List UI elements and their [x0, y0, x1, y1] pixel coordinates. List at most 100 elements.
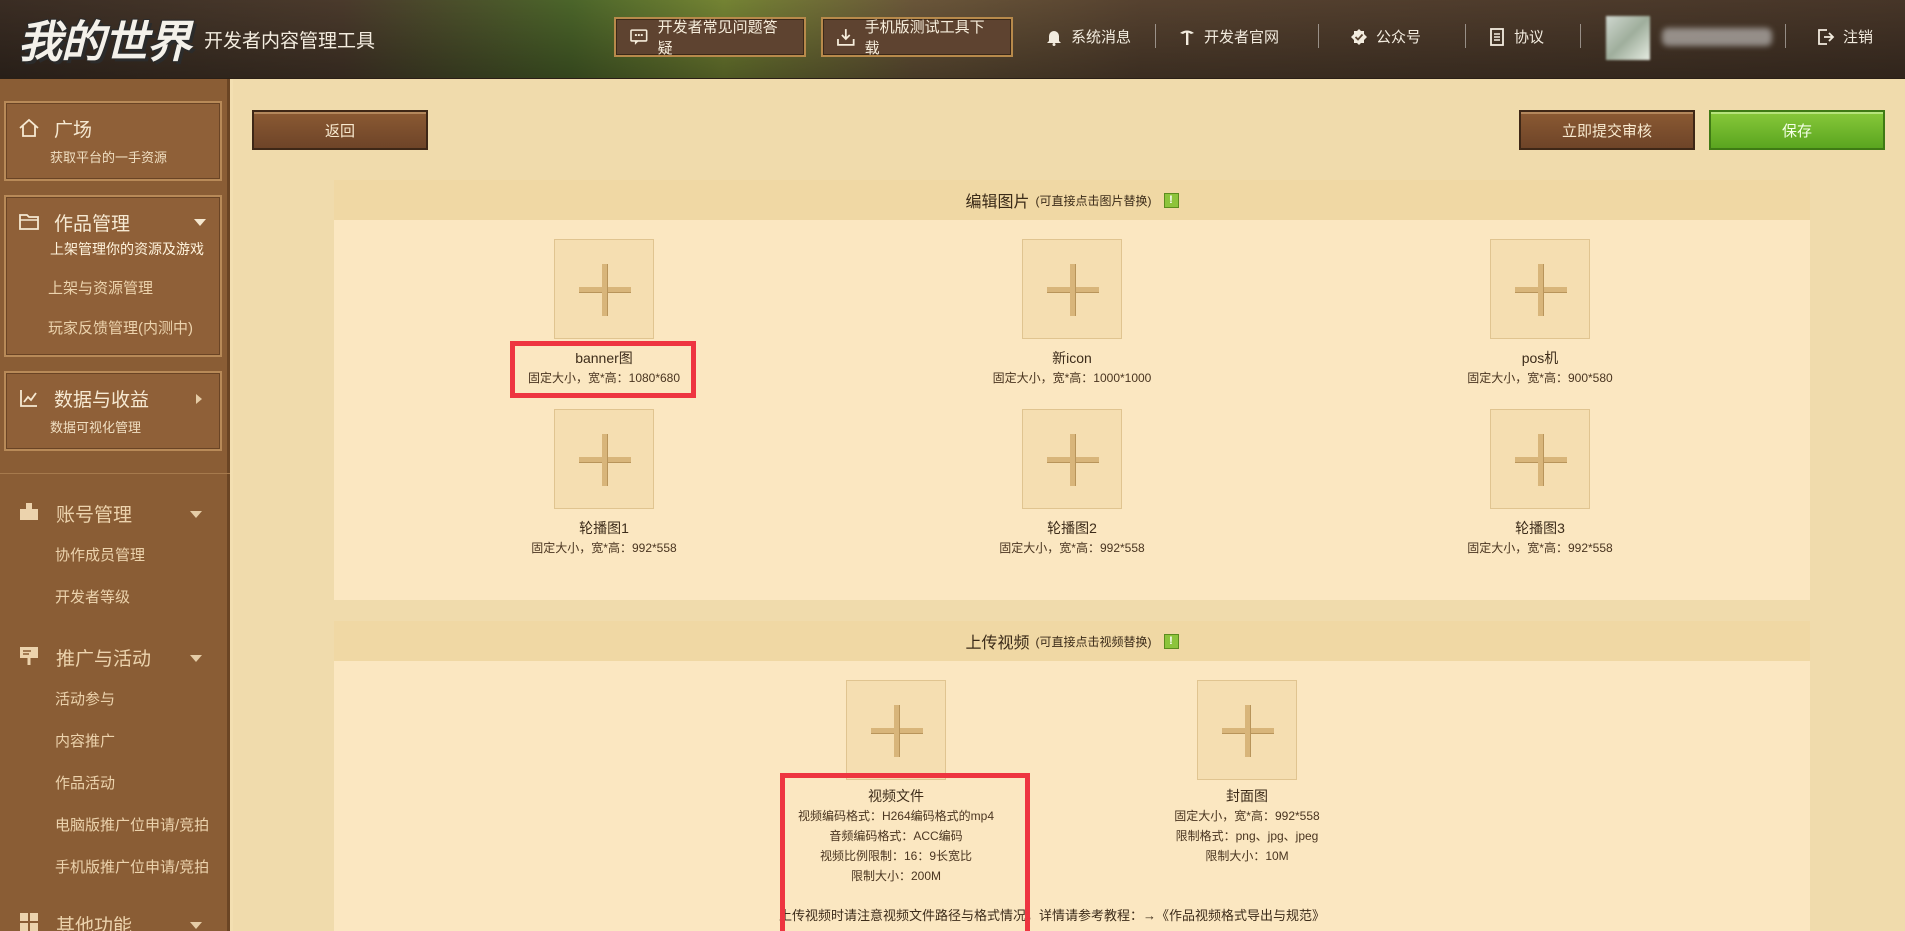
- document-icon: [1490, 27, 1504, 46]
- logout-label: 注销: [1843, 29, 1874, 46]
- upload-icon-slot[interactable]: [1022, 239, 1122, 339]
- folder-icon: [19, 214, 39, 230]
- slot-spec: 固定大小，宽*高：992*558: [531, 541, 677, 555]
- download-icon: [837, 29, 855, 46]
- edit-images-title: 编辑图片: [965, 194, 1030, 211]
- back-button[interactable]: 返回: [252, 110, 428, 150]
- upload-carousel-3-slot[interactable]: [1490, 409, 1590, 509]
- username-blurred: [1662, 28, 1772, 46]
- upload-video-slot[interactable]: [846, 680, 946, 780]
- sidebar-item-mobile-promo-bid[interactable]: 手机版推广位申请/竞拍: [55, 856, 209, 877]
- chevron-down-icon[interactable]: [190, 655, 202, 662]
- home-icon: [19, 118, 39, 137]
- nav-agreement-label: 协议: [1514, 29, 1545, 46]
- slot-spec: 固定大小，宽*高：900*580: [1467, 371, 1613, 385]
- upload-carousel-1-slot[interactable]: [554, 409, 654, 509]
- top-header: 我的世界 开发者内容管理工具 开发者常见问题答疑 手机版测试工具下载 系统消息 …: [0, 0, 1905, 79]
- sidebar-item-developer-level[interactable]: 开发者等级: [55, 586, 130, 607]
- sidebar-item-player-feedback[interactable]: 玩家反馈管理(内测中): [48, 317, 193, 338]
- sidebar: 广场 获取平台的一手资源 作品管理 上架管理你的资源及游戏 上架与资源管理 玩家…: [0, 79, 230, 931]
- caption-pos: pos机 固定大小，宽*高：900*580: [1420, 348, 1660, 388]
- upload-pos-slot[interactable]: [1490, 239, 1590, 339]
- slot-spec: 固定大小，宽*高：1000*1000: [992, 371, 1152, 385]
- sidebar-section-works: 作品管理 上架管理你的资源及游戏 上架与资源管理 玩家反馈管理(内测中): [4, 195, 222, 357]
- badge-check-icon: [1351, 28, 1367, 45]
- nav-divider: [1580, 24, 1581, 48]
- sidebar-item-publish-resources[interactable]: 上架与资源管理: [48, 277, 153, 298]
- upload-video-header: 上传视频 (可直接点击视频替换) !: [334, 621, 1810, 661]
- slot-spec: 固定大小，宽*高：992*558: [1467, 541, 1613, 555]
- nav-divider: [1465, 24, 1466, 48]
- sidebar-data-title: 数据与收益: [54, 390, 150, 411]
- sidebar-item-plaza[interactable]: 广场 获取平台的一手资源: [4, 101, 222, 181]
- upload-video-panel: 上传视频 (可直接点击视频替换) ! 视频文件 视频编码格式：H264编码格式的…: [334, 621, 1810, 931]
- nav-system-messages-label: 系统消息: [1071, 29, 1132, 46]
- edit-images-hint: (可直接点击图片替换): [1035, 193, 1152, 208]
- highlight-box-video-file: [780, 773, 1030, 931]
- chevron-down-icon[interactable]: [194, 219, 206, 226]
- sidebar-account-title[interactable]: 账号管理: [56, 500, 132, 527]
- sidebar-item-content-promo[interactable]: 内容推广: [55, 730, 115, 751]
- slot-name: 封面图: [1226, 788, 1268, 804]
- chat-bubble-icon: [630, 29, 648, 45]
- slot-spec: 固定大小，宽*高：992*558: [999, 541, 1145, 555]
- nav-agreement[interactable]: 协议: [1488, 26, 1544, 47]
- sidebar-data-subtitle: 数据可视化管理: [50, 420, 142, 435]
- nav-system-messages[interactable]: 系统消息: [1045, 26, 1131, 47]
- slot-name: pos机: [1521, 350, 1559, 366]
- upload-carousel-2-slot[interactable]: [1022, 409, 1122, 509]
- sidebar-divider: [0, 473, 230, 474]
- mobile-tool-download-label: 手机版测试工具下载: [864, 19, 985, 57]
- nav-divider: [1785, 24, 1786, 48]
- slot-spec: 限制格式：png、jpg、jpeg: [1175, 829, 1319, 843]
- upload-banner-slot[interactable]: [554, 239, 654, 339]
- sidebar-item-activity-join[interactable]: 活动参与: [55, 688, 115, 709]
- caption-carousel-2: 轮播图2 固定大小，宽*高：992*558: [952, 518, 1192, 558]
- logout-link[interactable]: 注销: [1817, 26, 1873, 47]
- sidebar-plaza-title: 广场: [54, 120, 93, 141]
- faq-button[interactable]: 开发者常见问题答疑: [614, 17, 806, 57]
- caption-cover: 封面图 固定大小，宽*高：992*558 限制格式：png、jpg、jpeg 限…: [1127, 786, 1367, 866]
- chart-icon: [20, 390, 37, 407]
- mobile-tool-download-button[interactable]: 手机版测试工具下载: [821, 17, 1013, 57]
- upload-video-hint: (可直接点击视频替换): [1035, 634, 1152, 649]
- nav-public-account[interactable]: 公众号: [1350, 26, 1421, 47]
- chevron-down-icon[interactable]: [190, 922, 202, 929]
- caption-new-icon: 新icon 固定大小，宽*高：1000*1000: [952, 348, 1192, 388]
- account-icon: [20, 503, 38, 520]
- minecraft-logo[interactable]: 我的世界: [18, 6, 191, 68]
- slot-name: 轮播图3: [1515, 520, 1565, 536]
- nav-developer-site-label: 开发者官网: [1204, 29, 1280, 46]
- sidebar-item-collaborators[interactable]: 协作成员管理: [55, 544, 145, 565]
- sidebar-works-title[interactable]: 作品管理: [54, 209, 130, 236]
- slot-spec: 限制大小：10M: [1205, 849, 1289, 863]
- upload-video-title: 上传视频: [965, 635, 1030, 652]
- info-icon[interactable]: !: [1163, 633, 1179, 649]
- bell-icon: [1047, 30, 1061, 46]
- sidebar-promo-title[interactable]: 推广与活动: [56, 644, 151, 671]
- sidebar-other-title[interactable]: 其他功能: [56, 911, 132, 931]
- nav-divider: [1155, 24, 1156, 48]
- faq-button-label: 开发者常见问题答疑: [657, 19, 778, 57]
- slot-name: 新icon: [1052, 350, 1092, 366]
- sidebar-item-works-activity[interactable]: 作品活动: [55, 772, 115, 793]
- sidebar-item-data-revenue[interactable]: 数据与收益 数据可视化管理: [4, 371, 222, 451]
- grid-icon: [20, 913, 38, 931]
- save-button[interactable]: 保存: [1709, 110, 1885, 150]
- edit-images-header: 编辑图片 (可直接点击图片替换) !: [334, 180, 1810, 220]
- app-title: 开发者内容管理工具: [204, 31, 376, 52]
- main-content: 返回 立即提交审核 保存 编辑图片 (可直接点击图片替换) ! banner图 …: [233, 79, 1905, 931]
- user-avatar[interactable]: [1606, 16, 1650, 60]
- info-icon[interactable]: !: [1163, 192, 1179, 208]
- submit-review-button[interactable]: 立即提交审核: [1519, 110, 1695, 150]
- nav-developer-site[interactable]: 开发者官网: [1178, 26, 1279, 47]
- logout-icon: [1818, 28, 1835, 45]
- upload-cover-slot[interactable]: [1197, 680, 1297, 780]
- chevron-right-icon[interactable]: [196, 394, 202, 404]
- caption-carousel-3: 轮播图3 固定大小，宽*高：992*558: [1420, 518, 1660, 558]
- sidebar-plaza-subtitle: 获取平台的一手资源: [50, 150, 168, 165]
- sidebar-item-pc-promo-bid[interactable]: 电脑版推广位申请/竞拍: [55, 814, 209, 835]
- slot-name: 轮播图2: [1047, 520, 1097, 536]
- signboard-icon: [20, 647, 38, 665]
- chevron-down-icon[interactable]: [190, 511, 202, 518]
